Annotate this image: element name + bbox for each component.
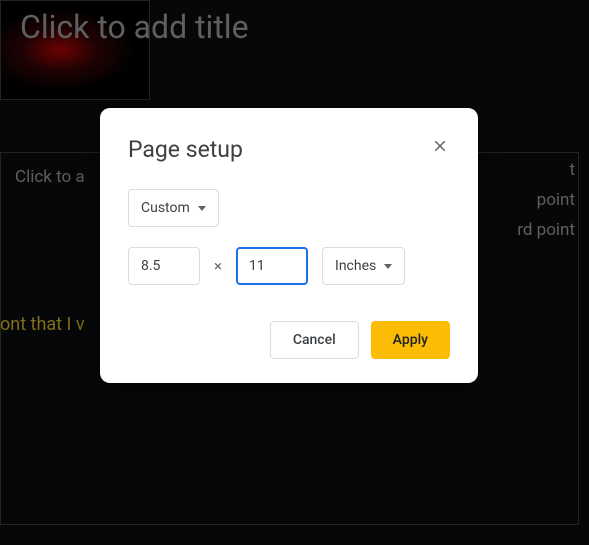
height-input[interactable] bbox=[236, 247, 308, 285]
apply-button[interactable]: Apply bbox=[371, 321, 450, 359]
unit-value: Inches bbox=[335, 258, 376, 274]
dimensions-row: × Inches bbox=[128, 247, 450, 285]
cancel-button[interactable]: Cancel bbox=[270, 321, 359, 359]
dialog-actions: Cancel Apply bbox=[128, 321, 450, 359]
dialog-title: Page setup bbox=[128, 136, 450, 163]
unit-dropdown[interactable]: Inches bbox=[322, 247, 405, 285]
size-preset-dropdown[interactable]: Custom bbox=[128, 189, 219, 227]
page-setup-dialog: Page setup Custom × Inches Cancel Apply bbox=[100, 108, 478, 383]
close-icon bbox=[431, 137, 449, 155]
close-button[interactable] bbox=[426, 132, 454, 160]
width-input[interactable] bbox=[128, 247, 200, 285]
size-preset-value: Custom bbox=[141, 200, 190, 216]
times-symbol: × bbox=[214, 257, 222, 275]
caret-down-icon bbox=[384, 264, 392, 269]
caret-down-icon bbox=[198, 206, 206, 211]
